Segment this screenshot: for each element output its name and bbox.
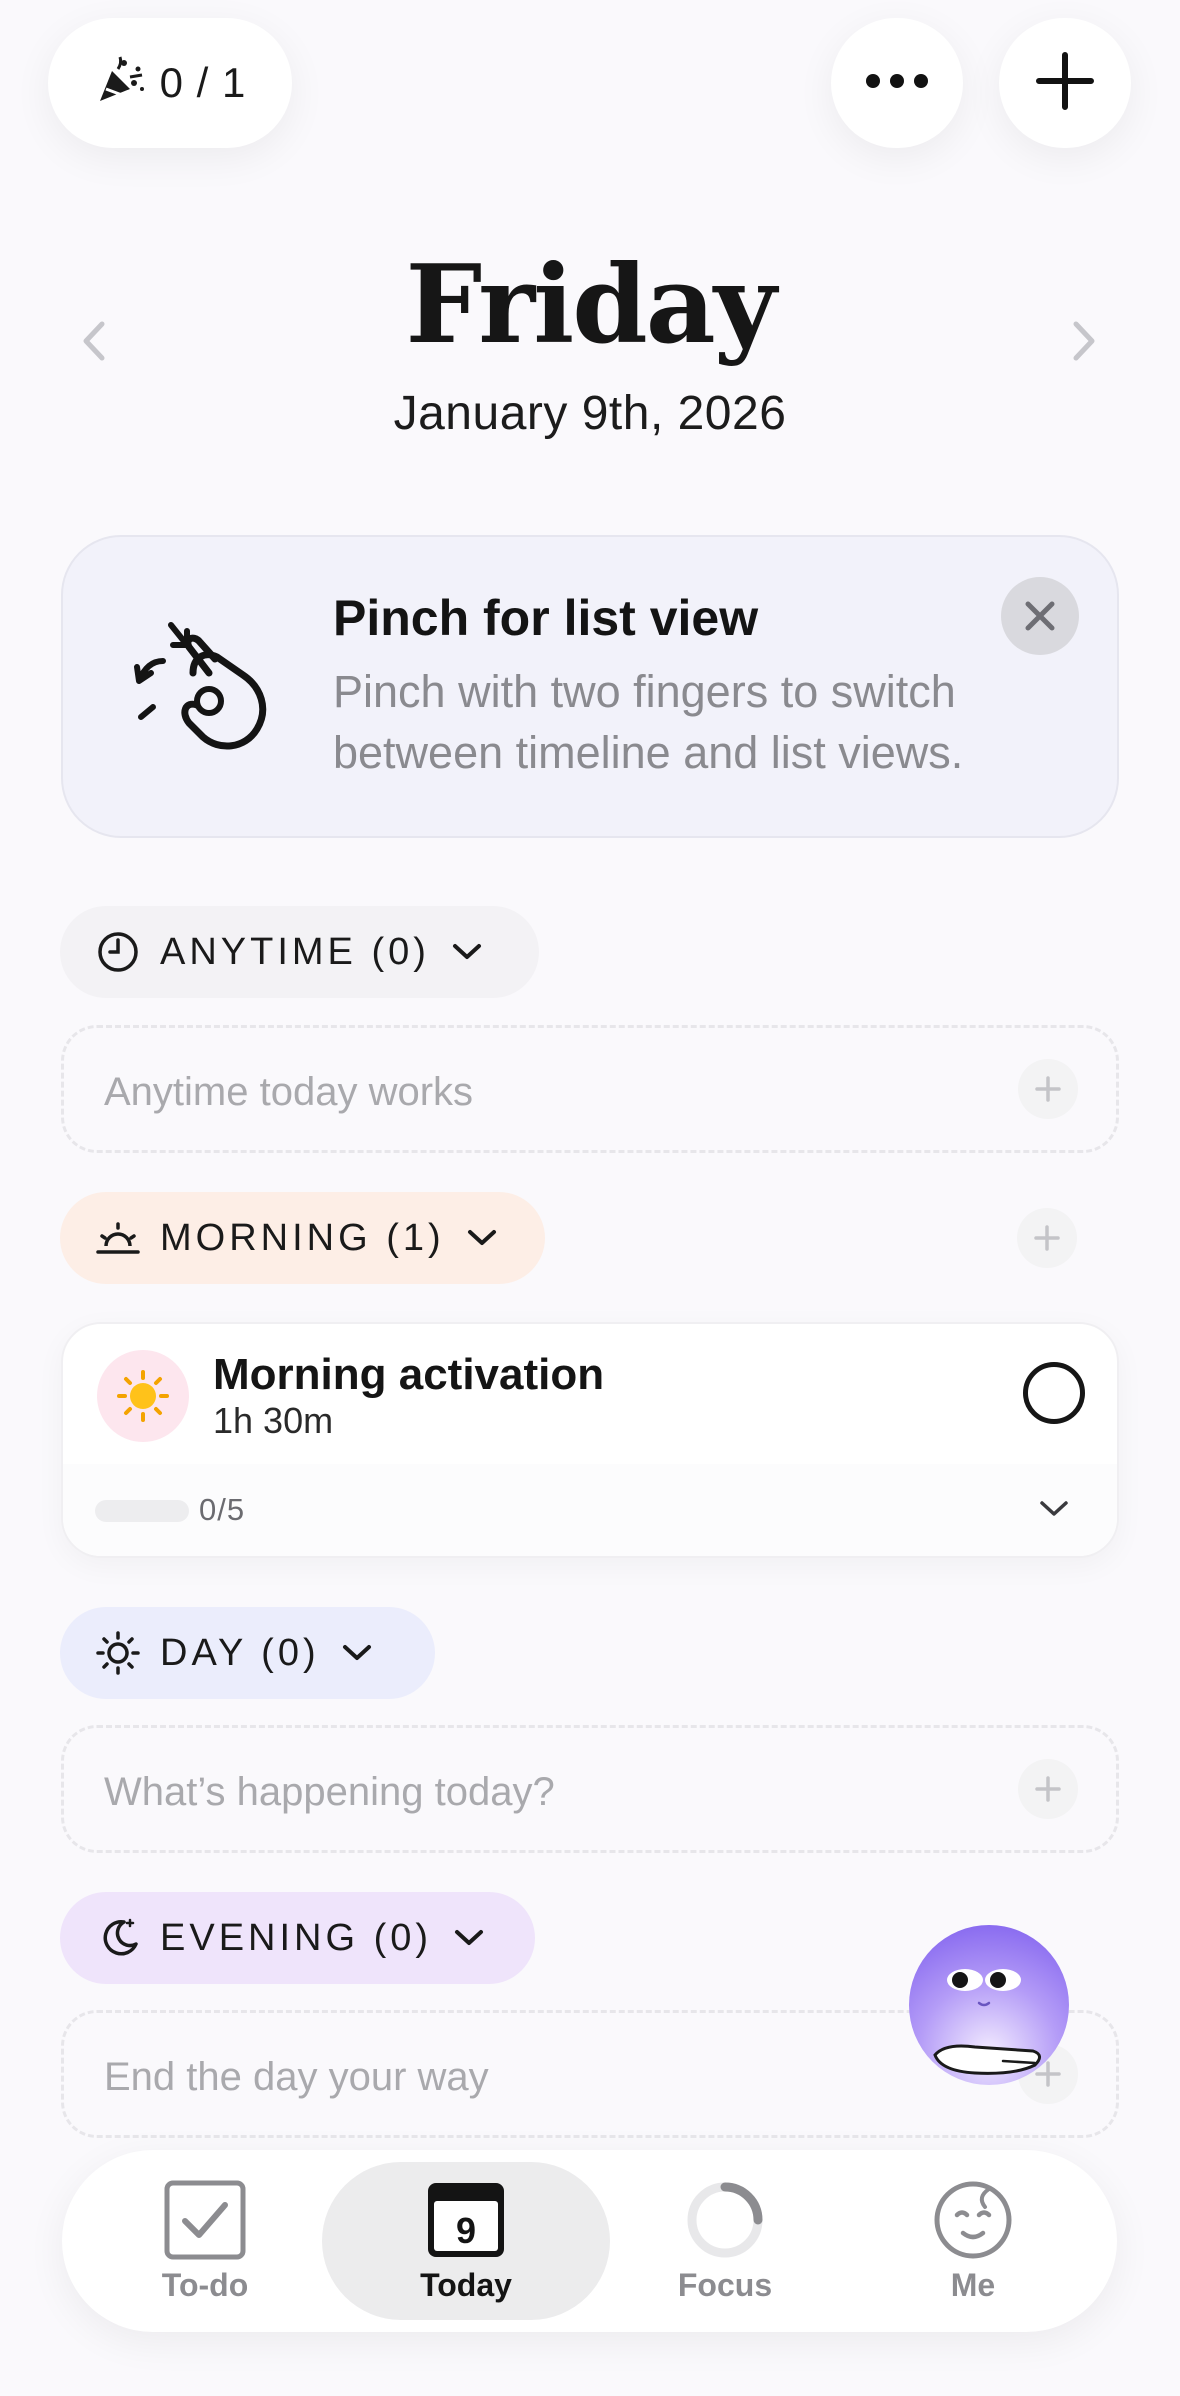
add-day-button[interactable] <box>1018 1759 1078 1819</box>
section-day-label: DAY (0) <box>160 1631 320 1674</box>
tab-me-label: Me <box>950 2266 996 2303</box>
section-evening-toggle[interactable]: EVENING (0) <box>60 1892 535 1984</box>
calendar-date-badge: 9 <box>456 2210 476 2251</box>
sun-icon <box>117 1370 169 1422</box>
evening-placeholder: End the day your way <box>104 2055 489 2099</box>
tab-today[interactable]: 9 Today <box>322 2150 610 2332</box>
plus-icon <box>1035 1076 1061 1102</box>
close-icon <box>1025 601 1055 631</box>
day-placeholder: What’s happening today? <box>104 1770 555 1814</box>
more-horizontal-icon <box>865 73 929 94</box>
tab-focus[interactable]: Focus <box>640 2150 810 2332</box>
section-day-toggle[interactable]: DAY (0) <box>60 1607 435 1699</box>
chevron-right-icon <box>1073 321 1095 361</box>
section-evening-label: EVENING (0) <box>160 1916 433 1959</box>
anytime-empty-row[interactable]: Anytime today works <box>61 1025 1119 1153</box>
sunrise-icon <box>96 1222 140 1254</box>
task-icon-badge <box>97 1350 189 1442</box>
subtask-progress-text: 0/5 <box>199 1492 246 1527</box>
assistant-mascot-button[interactable] <box>905 1925 1075 2100</box>
plus-icon <box>1034 1225 1060 1251</box>
clock-icon <box>98 932 138 972</box>
calendar-icon: 9 <box>428 2182 504 2257</box>
moon-icon <box>103 1918 138 1956</box>
chevron-down-icon <box>455 1930 484 1945</box>
tab-me[interactable]: Me <box>888 2150 1058 2332</box>
tab-focus-label: Focus <box>677 2266 773 2303</box>
plus-icon <box>1035 51 1095 116</box>
next-day-button[interactable] <box>1064 316 1104 371</box>
bottom-navigation: To-do 9 Today Focus Me <box>62 2150 1117 2332</box>
tip-body: Pinch with two fingers to switch between… <box>333 666 964 778</box>
expand-subtasks-button[interactable] <box>1037 1498 1071 1525</box>
task-duration: 1h 30m <box>213 1400 334 1441</box>
plus-icon <box>1035 1776 1061 1802</box>
day-empty-row[interactable]: What’s happening today? <box>61 1725 1119 1853</box>
tip-title: Pinch for list view <box>333 590 759 646</box>
sun-outline-icon <box>96 1631 140 1675</box>
face-icon <box>934 2181 1012 2258</box>
tab-todo-label: To-do <box>161 2266 249 2303</box>
section-morning-toggle[interactable]: MORNING (1) <box>60 1192 545 1284</box>
party-popper-icon <box>94 55 146 112</box>
task-subtasks-footer[interactable]: 0/5 <box>63 1464 1117 1556</box>
date-subtitle: January 9th, 2026 <box>393 387 787 440</box>
chevron-down-icon <box>467 1230 496 1245</box>
subtask-progress-bar <box>95 1500 189 1522</box>
add-anytime-button[interactable] <box>1018 1059 1078 1119</box>
day-title: Friday <box>405 242 777 368</box>
close-tip-button[interactable] <box>1001 577 1079 655</box>
section-anytime-toggle[interactable]: ANYTIME (0) <box>60 906 539 998</box>
achievement-count: 0 / 1 <box>159 59 247 106</box>
chevron-down-icon <box>1040 1501 1068 1516</box>
section-anytime-label: ANYTIME (0) <box>160 930 430 973</box>
more-options-button[interactable] <box>831 18 963 148</box>
anytime-placeholder: Anytime today works <box>104 1070 474 1114</box>
achievements-pill[interactable]: 0 / 1 <box>48 18 292 148</box>
chevron-down-icon <box>452 944 481 959</box>
pinch-gesture-icon <box>133 617 283 762</box>
add-morning-button[interactable] <box>1017 1208 1077 1268</box>
checkbox-icon <box>164 2180 246 2259</box>
add-task-button[interactable] <box>999 18 1131 148</box>
tab-today-label: Today <box>420 2266 512 2303</box>
task-complete-checkbox[interactable] <box>1023 1362 1085 1424</box>
section-morning-label: MORNING (1) <box>160 1216 445 1259</box>
task-title: Morning activation <box>213 1350 605 1399</box>
tab-todo[interactable]: To-do <box>120 2150 290 2332</box>
chevron-down-icon <box>342 1645 371 1660</box>
task-card-morning-activation[interactable]: Morning activation 1h 30m 0/5 <box>61 1322 1119 1558</box>
pinch-tip-card: Pinch for list view Pinch with two finge… <box>61 535 1119 838</box>
focus-ring-icon <box>687 2182 763 2257</box>
